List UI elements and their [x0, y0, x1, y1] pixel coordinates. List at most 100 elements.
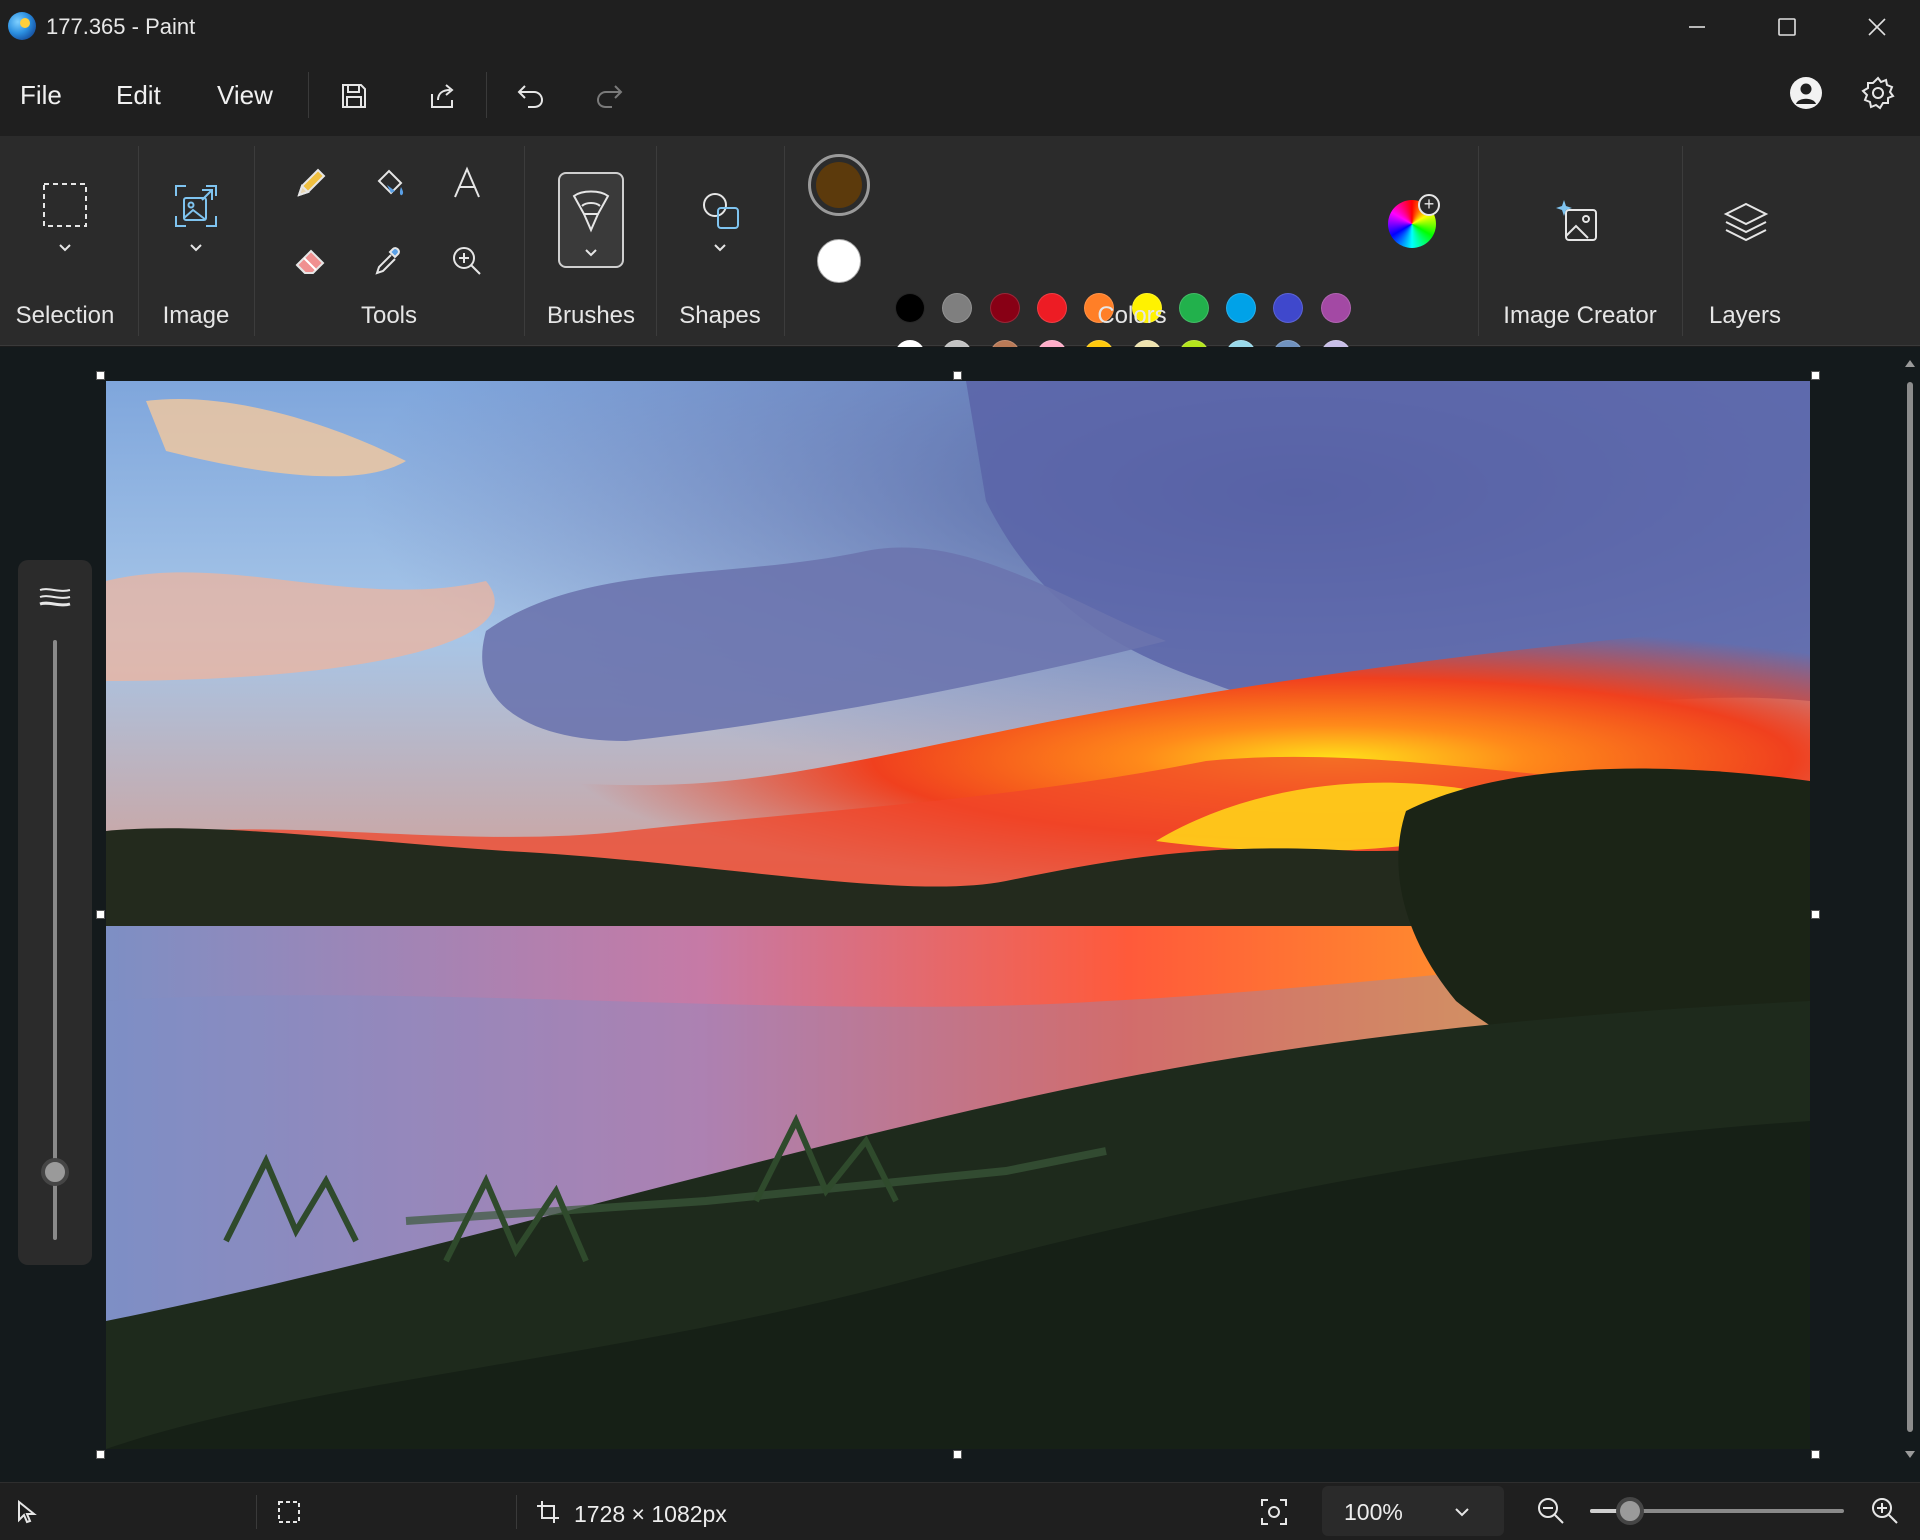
ribbon-divider [254, 146, 255, 336]
redo-icon [596, 85, 623, 108]
minimize-button[interactable] [1652, 0, 1742, 54]
ribbon-divider [656, 146, 657, 336]
title-bar: 177.365 - Paint [0, 0, 1920, 54]
eyedropper-icon [375, 247, 400, 275]
menu-divider [486, 72, 487, 118]
brush-size-track[interactable] [53, 640, 57, 1240]
selection-size-icon [278, 1501, 300, 1523]
selection-dropdown[interactable] [52, 238, 78, 258]
group-label-layers: Layers [1708, 302, 1782, 329]
canvas-painting[interactable] [106, 381, 1810, 1449]
zoom-out-icon[interactable] [1536, 1496, 1566, 1526]
status-divider [256, 1495, 257, 1529]
shapes-dropdown[interactable] [707, 238, 733, 258]
resize-handle-top-right[interactable] [1811, 371, 1820, 380]
ribbon-divider [1682, 146, 1683, 336]
ribbon-divider [524, 146, 525, 336]
maximize-button[interactable] [1742, 0, 1832, 54]
brushes-button[interactable] [558, 172, 624, 268]
zoom-in-icon [453, 247, 481, 275]
fill-tool[interactable] [364, 158, 414, 208]
status-divider [516, 1495, 517, 1529]
close-button[interactable] [1832, 0, 1920, 54]
primary-color-ring[interactable] [808, 154, 870, 216]
resize-handle-bottom[interactable] [953, 1450, 962, 1459]
plus-icon: + [1418, 194, 1440, 216]
canvas-size-icon [537, 1501, 559, 1523]
resize-handle-bottom-right[interactable] [1811, 1450, 1820, 1459]
text-icon [454, 166, 480, 198]
scroll-down-arrow-icon[interactable] [1904, 1450, 1916, 1460]
pencil-tool[interactable] [286, 158, 336, 208]
resize-handle-top[interactable] [953, 371, 962, 380]
resize-handle-left[interactable] [96, 910, 105, 919]
shapes-button[interactable] [696, 186, 746, 236]
brush-size-slider-knob[interactable] [41, 1158, 69, 1186]
vertical-scrollbar-thumb[interactable] [1907, 382, 1913, 1432]
image-creator-button[interactable] [1554, 196, 1606, 248]
ribbon-toolbar: Selection Image Tools Brushes Shapes + C… [0, 136, 1920, 417]
group-label-shapes: Shapes [679, 302, 761, 329]
group-label-colors: Colors [1097, 302, 1167, 329]
gear-icon [1861, 76, 1895, 110]
menu-edit[interactable]: Edit [116, 80, 161, 111]
account-button[interactable] [1784, 71, 1828, 115]
zoom-in-icon[interactable] [1870, 1496, 1900, 1526]
fit-to-window-icon[interactable] [1259, 1497, 1289, 1527]
chevron-down-icon [714, 244, 726, 252]
resize-handle-bottom-left[interactable] [96, 1450, 105, 1459]
sunset-lake-painting [106, 381, 1810, 1449]
canvas-size-text: 1728 × 1082px [574, 1501, 727, 1527]
close-icon [1868, 18, 1886, 36]
chevron-down-icon [1455, 1508, 1469, 1517]
save-button[interactable] [332, 74, 376, 118]
image-resize-icon [175, 185, 217, 227]
color-picker-tool[interactable] [364, 236, 414, 286]
menu-file[interactable]: File [20, 80, 62, 111]
group-label-image: Image [162, 302, 230, 329]
group-label-image-creator: Image Creator [1503, 302, 1657, 329]
group-label-tools: Tools [360, 302, 418, 329]
resize-handle-top-left[interactable] [96, 371, 105, 380]
stroke-size-icon [39, 588, 71, 607]
share-button[interactable] [420, 74, 464, 118]
image-creator-icon [1556, 200, 1597, 241]
paint-bucket-icon [377, 169, 404, 196]
settings-button[interactable] [1856, 71, 1900, 115]
eraser-tool[interactable] [286, 236, 336, 286]
layers-button[interactable] [1720, 196, 1772, 248]
magnifier-tool[interactable] [442, 236, 492, 286]
brush-size-panel [18, 560, 92, 1265]
maximize-icon [1778, 18, 1796, 36]
ribbon-divider [784, 146, 785, 336]
zoom-level-dropdown[interactable]: 100% [1322, 1486, 1504, 1536]
group-label-selection: Selection [15, 302, 115, 329]
menu-view[interactable]: View [217, 80, 273, 111]
paint-app-icon [8, 12, 36, 40]
chevron-down-icon [59, 244, 71, 252]
group-label-brushes: Brushes [546, 302, 636, 329]
image-button[interactable] [170, 180, 222, 232]
share-icon [431, 84, 454, 108]
layers-icon [1723, 202, 1769, 242]
window-title: 177.365 - Paint [46, 14, 196, 39]
shapes-icon [703, 193, 739, 229]
resize-handle-right[interactable] [1811, 910, 1820, 919]
scroll-up-arrow-icon[interactable] [1904, 358, 1916, 368]
account-icon [1790, 77, 1822, 109]
minimize-icon [1689, 26, 1705, 28]
zoom-slider-knob[interactable] [1616, 1497, 1644, 1525]
menu-bar: File Edit View [0, 54, 1920, 136]
edit-colors-button[interactable]: + [1388, 194, 1440, 248]
vertical-scrollbar[interactable] [1904, 356, 1916, 1464]
menu-divider [308, 72, 309, 118]
redo-button[interactable] [587, 74, 631, 118]
image-dropdown[interactable] [183, 238, 209, 258]
zoom-level-text: 100% [1344, 1499, 1403, 1525]
rectangle-select-icon [43, 183, 87, 227]
undo-button[interactable] [509, 74, 553, 118]
selection-button[interactable] [40, 180, 90, 230]
text-tool[interactable] [442, 158, 492, 208]
secondary-color-swatch[interactable] [817, 239, 861, 283]
pencil-icon [297, 168, 326, 197]
